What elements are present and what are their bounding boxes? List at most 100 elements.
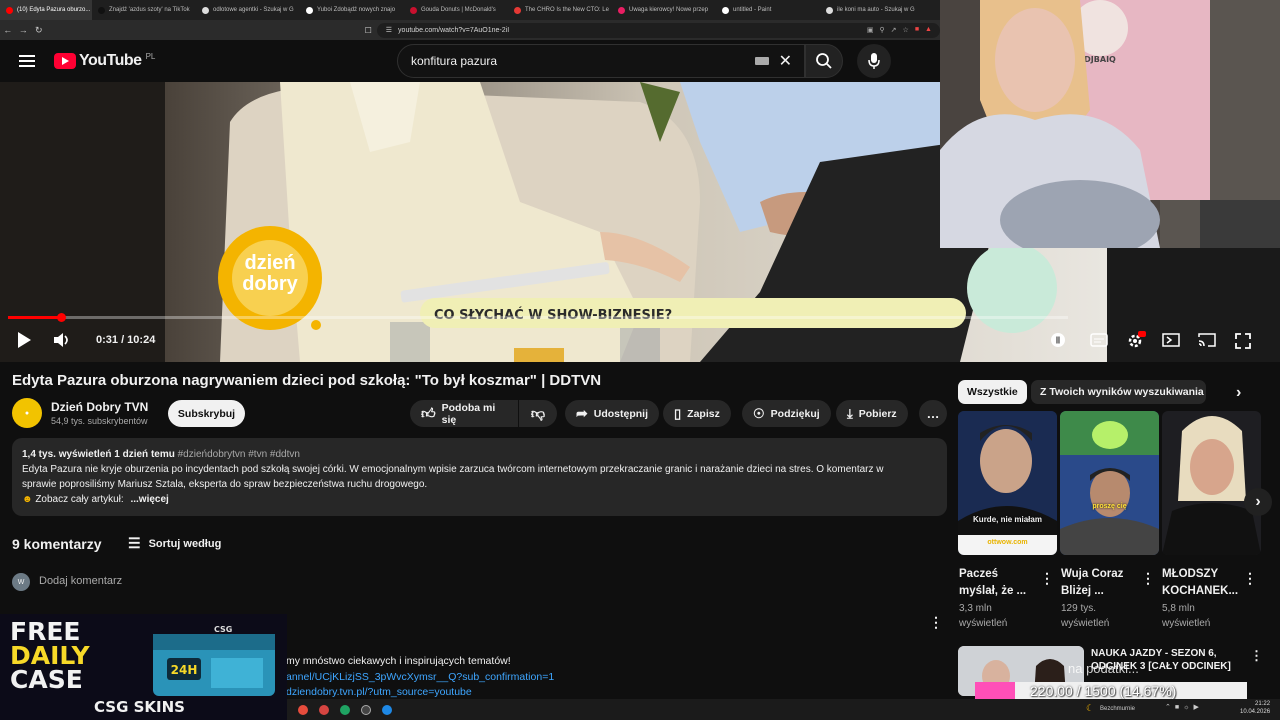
subscribe-button[interactable]: Subskrybuj (168, 400, 245, 427)
hashtags[interactable]: #dzieńdobrytvn #tvn #ddtvn (178, 449, 300, 460)
progress-played (8, 316, 61, 319)
brave-icon[interactable]: ▲ (925, 26, 932, 34)
share-icon[interactable]: ↗ (891, 26, 897, 34)
download-button[interactable]: ⤓ Pobierz (836, 400, 908, 427)
short-1-views: 3,3 mln wyświetleń (959, 601, 1007, 631)
settings-button[interactable] (1126, 331, 1146, 354)
browser-tab[interactable]: ile koni ma auto - Szukaj w G (820, 0, 924, 20)
search-input[interactable]: konfitura pazura ✕ (397, 44, 805, 78)
short-1-image (958, 411, 1057, 555)
tab-label: The CHRO Is the New CTO: Le (525, 7, 609, 13)
taskbar-obs-icon[interactable] (361, 704, 371, 715)
taskbar-opera-icon[interactable] (298, 704, 308, 715)
clear-search-icon[interactable]: ✕ (779, 51, 792, 71)
subtitles-button[interactable] (1090, 333, 1108, 352)
sort-label: Sortuj według (148, 537, 222, 550)
thanks-button[interactable]: ☉ Podziękuj (742, 400, 831, 427)
dislike-button[interactable]: 👎︎ (519, 400, 557, 427)
add-comment-input[interactable]: Dodaj komentarz (39, 575, 122, 587)
browser-tab-strip: (10) Edyta Pazura oburzo...✕ Znajdź 'azdu… (0, 0, 940, 20)
bookmark-icon: ▯ (674, 405, 682, 421)
short-1-title-line1: Pacześ (959, 568, 999, 580)
fullscreen-button[interactable] (1235, 333, 1251, 354)
short-3-title[interactable]: MŁODSZY KOCHANEK... (1162, 566, 1246, 600)
chip-all[interactable]: Wszystkie (958, 380, 1027, 404)
menu-icon[interactable] (19, 55, 35, 67)
system-tray-icons[interactable]: ⌃■☼▶ (1165, 703, 1203, 711)
like-label: Podoba mi się (441, 401, 496, 426)
taskbar-chrome-icon[interactable] (340, 704, 350, 715)
tab-label: (10) Edyta Pazura oburzo... (17, 7, 91, 13)
short-1-menu-icon[interactable]: ⋮ (1040, 570, 1054, 587)
pinned-comment-line1: my mnóstwo ciekawych i inspirujących tem… (286, 655, 511, 667)
description-box[interactable]: 1,4 tys. wyświetleń 1 dzień temu #dzieńd… (12, 438, 947, 516)
short-3-menu-icon[interactable]: ⋮ (1243, 570, 1257, 587)
system-clock[interactable]: 21:22 10.04.2026 (1240, 700, 1270, 716)
search-button[interactable] (805, 44, 843, 78)
autoplay-toggle[interactable]: || (1051, 333, 1065, 347)
cast-icon[interactable]: ▣ (867, 26, 874, 34)
youtube-logo[interactable]: YouTube PL (54, 52, 155, 70)
star-icon[interactable]: ☆ (903, 26, 909, 34)
url-field[interactable]: ☐ ☰ youtube.com/watch?v=7AuO1ne-2iI ▣ ⚲ … (365, 22, 940, 38)
back-icon[interactable]: ← (0, 25, 16, 35)
browser-tab[interactable]: (10) Edyta Pazura oburzo...✕ (0, 0, 92, 20)
extension-icon[interactable]: ■ (915, 26, 919, 34)
voice-search-button[interactable] (857, 44, 891, 78)
emoji-icon: ☻ (22, 494, 33, 505)
more-horizontal-icon: … (926, 406, 940, 421)
short-3-title-line1: MŁODSZY (1162, 568, 1219, 580)
chair-brand: DJBAIQ (1084, 55, 1116, 64)
weather-text: Bezchmurnie (1100, 706, 1136, 712)
short-2-title[interactable]: Wuja Coraz Bliżej ... (1061, 566, 1141, 600)
browser-tab[interactable]: Gouda Donuts | McDonald's (404, 0, 508, 20)
cast-button[interactable] (1198, 333, 1216, 352)
save-button[interactable]: ▯ Zapisz (663, 400, 731, 427)
chip-from-search[interactable]: Z Twoich wyników wyszukiwania (1031, 380, 1206, 404)
chips-next-icon[interactable]: › (1236, 384, 1241, 402)
browser-tab[interactable]: Yuboi Zdobądź nowych znajo (300, 0, 404, 20)
short-thumbnail-3[interactable] (1162, 411, 1261, 555)
shorts-next-button[interactable]: › (1244, 488, 1272, 516)
short-1-title[interactable]: Pacześ myślał, że ... (959, 566, 1039, 600)
volume-button[interactable] (53, 332, 71, 353)
channel-name[interactable]: Dzień Dobry TVN (51, 400, 148, 414)
taskbar-browser-icon[interactable] (382, 704, 392, 715)
loot-case-image: 24H CSG (153, 625, 275, 696)
short-thumbnail-1[interactable]: Kurde, nie miałam ottwow.com (958, 411, 1057, 555)
site-info-icon[interactable]: ☰ (386, 26, 392, 34)
miniplayer-button[interactable] (1162, 333, 1180, 352)
share-button[interactable]: ➦ Udostępnij (565, 400, 659, 427)
download-icon: ⤓ (847, 405, 853, 421)
weather-icon: ☾ (1086, 703, 1095, 713)
forward-icon[interactable]: → (16, 25, 32, 35)
channel-avatar[interactable]: ● (12, 398, 42, 428)
pinned-comment-link2[interactable]: dziendobry.tvn.pl/?utm_source=youtube (286, 686, 472, 698)
taskbar-app-icon[interactable] (319, 704, 329, 715)
zoom-icon[interactable]: ⚲ (880, 26, 885, 34)
browser-tab[interactable]: The CHRO Is the New CTO: Le (508, 0, 612, 20)
share-label: Udostępnij (593, 407, 648, 420)
browser-tab[interactable]: Uwaga kierowcy! Nowe przep (612, 0, 716, 20)
browser-tab[interactable]: untitled - Paint (716, 0, 820, 20)
short-thumbnail-2[interactable]: proszę cię (1060, 411, 1159, 555)
more-actions-button[interactable]: … (919, 400, 947, 427)
tab-favicon-icon (722, 6, 729, 14)
pinned-comment-link1[interactable]: annel/UCjKLizjSS_3pWvcXymsr__Q?sub_confi… (286, 671, 554, 683)
play-button[interactable] (16, 331, 32, 354)
bookmark-icon[interactable]: ☐ (365, 26, 372, 35)
sort-comments-button[interactable]: ☰ Sortuj według (128, 535, 221, 552)
reload-icon[interactable]: ↻ (31, 25, 47, 36)
browser-tab[interactable]: odlotowe agentki - Szukaj w G (196, 0, 300, 20)
more-link[interactable]: ...więcej (130, 494, 168, 505)
comment-menu-icon[interactable]: ⋮ (929, 614, 943, 631)
tab-label: ile koni ma auto - Szukaj w G (837, 7, 915, 13)
keyboard-icon[interactable] (754, 57, 769, 65)
short-2-menu-icon[interactable]: ⋮ (1141, 570, 1155, 587)
browser-tab[interactable]: Znajdź 'azdus szoty' na TikTok (92, 0, 196, 20)
progress-track[interactable] (8, 316, 1068, 319)
related-menu-icon[interactable]: ⋮ (1250, 648, 1263, 664)
volume-icon (54, 333, 68, 347)
progress-scrubber[interactable] (57, 313, 66, 322)
like-button[interactable]: 👍︎ Podoba mi się (410, 400, 518, 427)
